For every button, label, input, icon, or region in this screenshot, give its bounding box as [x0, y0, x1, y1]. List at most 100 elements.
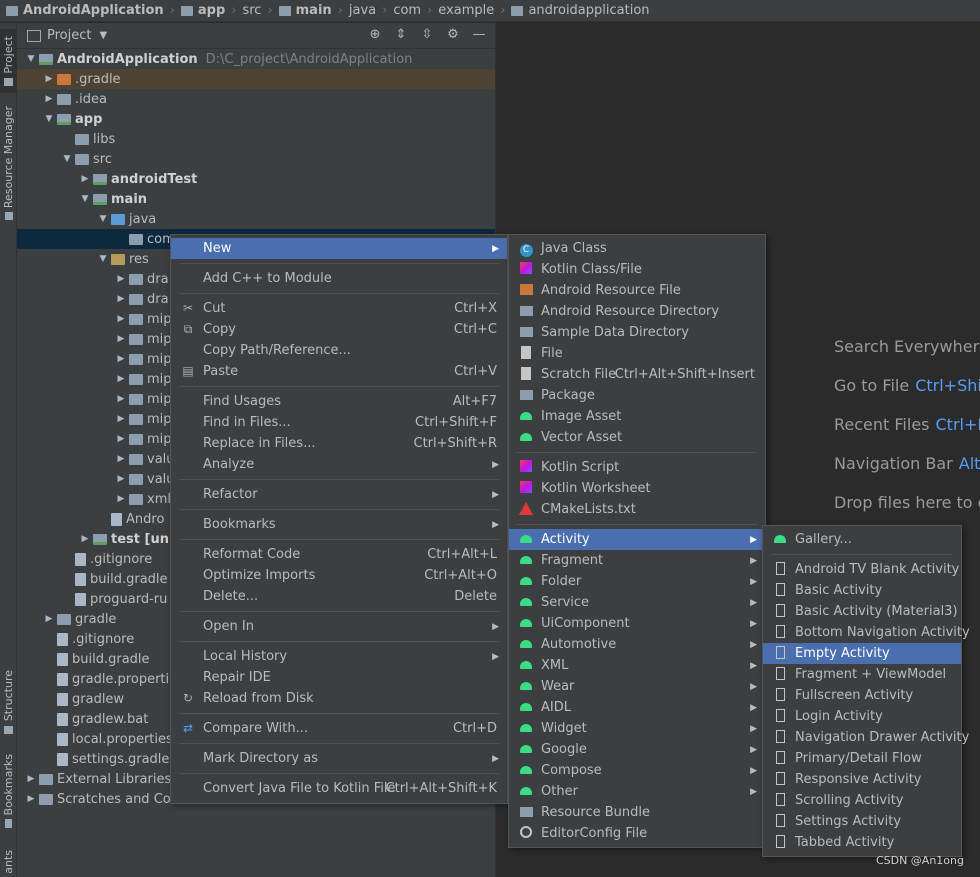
context-menu-item-replace-in-files[interactable]: Replace in Files... Ctrl+Shift+R: [171, 433, 507, 454]
breadcrumb-item-com[interactable]: com: [393, 3, 421, 18]
breadcrumb-item-main[interactable]: main: [278, 3, 332, 18]
activity-menu-item-bottom-navigation-activity[interactable]: Bottom Navigation Activity: [763, 622, 970, 643]
tool-tab-bookmarks[interactable]: Bookmarks: [0, 751, 17, 831]
activity-menu-item-primary-detail-flow[interactable]: Primary/Detail Flow: [763, 748, 961, 769]
context-menu-item-optimize-imports[interactable]: Optimize Imports Ctrl+Alt+O: [171, 565, 507, 586]
chevron-right-icon[interactable]: ▶: [113, 394, 129, 404]
activity-menu-item-navigation-drawer-activity[interactable]: Navigation Drawer Activity: [763, 727, 969, 748]
chevron-right-icon[interactable]: ▶: [113, 374, 129, 384]
breadcrumb-item-java[interactable]: java: [349, 3, 376, 18]
tree-item-java[interactable]: ▼ java: [17, 209, 495, 229]
new-menu-item-file[interactable]: File: [509, 343, 765, 364]
breadcrumb-item-src[interactable]: src: [242, 3, 261, 18]
context-menu-item-local-history[interactable]: Local History ▶: [171, 646, 507, 667]
project-view-selector[interactable]: Project: [47, 28, 91, 43]
breadcrumb-item-example[interactable]: example: [438, 3, 494, 18]
context-menu-item-find-usages[interactable]: Find Usages Alt+F7: [171, 391, 507, 412]
context-menu-item-mark-directory-as[interactable]: Mark Directory as ▶: [171, 748, 507, 769]
context-menu-item-paste[interactable]: ▤ Paste Ctrl+V: [171, 361, 507, 382]
activity-menu-item-settings-activity[interactable]: Settings Activity: [763, 811, 961, 832]
new-menu-item-scratch-file[interactable]: Scratch File Ctrl+Alt+Shift+Insert: [509, 364, 765, 385]
breadcrumb-item-package[interactable]: androidapplication: [511, 3, 650, 18]
activity-menu-item-basic-activity[interactable]: Basic Activity: [763, 580, 961, 601]
context-menu-item-cut[interactable]: ✂ Cut Ctrl+X: [171, 298, 507, 319]
chevron-down-icon[interactable]: ▼: [99, 30, 107, 41]
tree-item-src[interactable]: ▼ src: [17, 149, 495, 169]
chevron-right-icon[interactable]: ▶: [113, 354, 129, 364]
new-menu-item-image-asset[interactable]: Image Asset: [509, 406, 765, 427]
chevron-right-icon[interactable]: ▶: [77, 174, 93, 184]
tree-item-main[interactable]: ▼ main: [17, 189, 495, 209]
chevron-right-icon[interactable]: ▶: [41, 614, 57, 624]
activity-menu-item-fragment-viewmodel[interactable]: Fragment + ViewModel: [763, 664, 961, 685]
new-menu-item-java-class[interactable]: C Java Class: [509, 238, 765, 259]
tree-item-project-root[interactable]: ▼ AndroidApplication D:\C_project\AndroidA…: [17, 49, 495, 69]
chevron-right-icon[interactable]: ▶: [113, 494, 129, 504]
activity-menu-item-android-tv-blank-activity[interactable]: Android TV Blank Activity: [763, 559, 961, 580]
breadcrumb-item-app[interactable]: app: [180, 3, 225, 18]
gear-icon[interactable]: ⚙: [445, 27, 461, 42]
new-menu-item-xml[interactable]: XML ▶: [509, 655, 765, 676]
new-menu-item-sample-data-directory[interactable]: Sample Data Directory: [509, 322, 765, 343]
context-menu-item-copy[interactable]: ⧉ Copy Ctrl+C: [171, 319, 507, 340]
context-menu-item-repair-ide[interactable]: Repair IDE: [171, 667, 507, 688]
chevron-right-icon[interactable]: ▶: [113, 294, 129, 304]
chevron-right-icon[interactable]: ▶: [113, 274, 129, 284]
tool-tab-structure[interactable]: Structure: [0, 663, 17, 741]
chevron-down-icon[interactable]: ▼: [95, 254, 111, 264]
chevron-right-icon[interactable]: ▶: [113, 474, 129, 484]
new-menu-item-wear[interactable]: Wear ▶: [509, 676, 765, 697]
chevron-right-icon[interactable]: ▶: [77, 534, 93, 544]
tree-item-libs[interactable]: libs: [17, 129, 495, 149]
expand-all-icon[interactable]: ⇕: [393, 27, 409, 42]
tool-tab-project[interactable]: Project: [0, 29, 17, 93]
context-menu-item-refactor[interactable]: Refactor ▶: [171, 484, 507, 505]
chevron-down-icon[interactable]: ▼: [41, 114, 57, 124]
new-menu-item-uicomponent[interactable]: UiComponent ▶: [509, 613, 765, 634]
context-menu-item-convert-java-file-to-kotlin-file[interactable]: Convert Java File to Kotlin File Ctrl+Alt…: [171, 778, 507, 799]
chevron-down-icon[interactable]: ▼: [77, 194, 93, 204]
tool-tab-resource-manager[interactable]: Resource Manager: [0, 103, 17, 223]
collapse-all-icon[interactable]: ⇳: [419, 27, 435, 42]
new-menu-item-other[interactable]: Other ▶: [509, 781, 765, 802]
context-menu-item-reformat-code[interactable]: Reformat Code Ctrl+Alt+L: [171, 544, 507, 565]
context-menu-item-analyze[interactable]: Analyze ▶: [171, 454, 507, 475]
activity-menu-item-empty-activity[interactable]: Empty Activity: [763, 643, 961, 664]
tree-item-app[interactable]: ▼ app: [17, 109, 495, 129]
new-menu-item-package[interactable]: Package: [509, 385, 765, 406]
context-menu-item-compare-with[interactable]: ⇄ Compare With... Ctrl+D: [171, 718, 507, 739]
new-menu-item-widget[interactable]: Widget ▶: [509, 718, 765, 739]
chevron-right-icon[interactable]: ▶: [113, 414, 129, 424]
new-menu-item-google[interactable]: Google ▶: [509, 739, 765, 760]
tree-item-androidtest[interactable]: ▶ androidTest: [17, 169, 495, 189]
activity-menu-item-tabbed-activity[interactable]: Tabbed Activity: [763, 832, 961, 853]
new-menu-item-android-resource-directory[interactable]: Android Resource Directory: [509, 301, 765, 322]
context-menu-item-open-in[interactable]: Open In ▶: [171, 616, 507, 637]
new-menu-item-kotlin-class-file[interactable]: Kotlin Class/File: [509, 259, 765, 280]
chevron-right-icon[interactable]: ▶: [113, 334, 129, 344]
context-menu-item-new[interactable]: New ▶: [171, 238, 507, 259]
chevron-right-icon[interactable]: ▶: [113, 434, 129, 444]
new-menu-item-kotlin-script[interactable]: Kotlin Script: [509, 457, 765, 478]
activity-menu-item-basic-activity-material3[interactable]: Basic Activity (Material3): [763, 601, 961, 622]
chevron-down-icon[interactable]: ▼: [23, 54, 39, 64]
activity-menu-item-gallery[interactable]: Gallery...: [763, 529, 961, 550]
new-menu-item-vector-asset[interactable]: Vector Asset: [509, 427, 765, 448]
chevron-right-icon[interactable]: ▶: [113, 454, 129, 464]
new-menu-item-folder[interactable]: Folder ▶: [509, 571, 765, 592]
activity-menu-item-responsive-activity[interactable]: Responsive Activity: [763, 769, 961, 790]
chevron-right-icon[interactable]: ▶: [23, 774, 39, 784]
chevron-down-icon[interactable]: ▼: [95, 214, 111, 224]
activity-menu-item-login-activity[interactable]: Login Activity: [763, 706, 961, 727]
new-menu-item-compose[interactable]: Compose ▶: [509, 760, 765, 781]
new-menu-item-editorconfig-file[interactable]: EditorConfig File: [509, 823, 765, 844]
new-menu-item-cmakelists-txt[interactable]: CMakeLists.txt: [509, 499, 765, 520]
context-menu-item-copy-path-reference[interactable]: Copy Path/Reference...: [171, 340, 507, 361]
context-menu-item-bookmarks[interactable]: Bookmarks ▶: [171, 514, 507, 535]
new-menu-item-activity[interactable]: Activity ▶: [509, 529, 765, 550]
tree-item-gradle-cache[interactable]: ▶ .gradle: [17, 69, 495, 89]
chevron-right-icon[interactable]: ▶: [23, 794, 39, 804]
new-menu-item-automotive[interactable]: Automotive ▶: [509, 634, 765, 655]
locate-icon[interactable]: ⊕: [367, 27, 383, 42]
context-menu-item-find-in-files[interactable]: Find in Files... Ctrl+Shift+F: [171, 412, 507, 433]
